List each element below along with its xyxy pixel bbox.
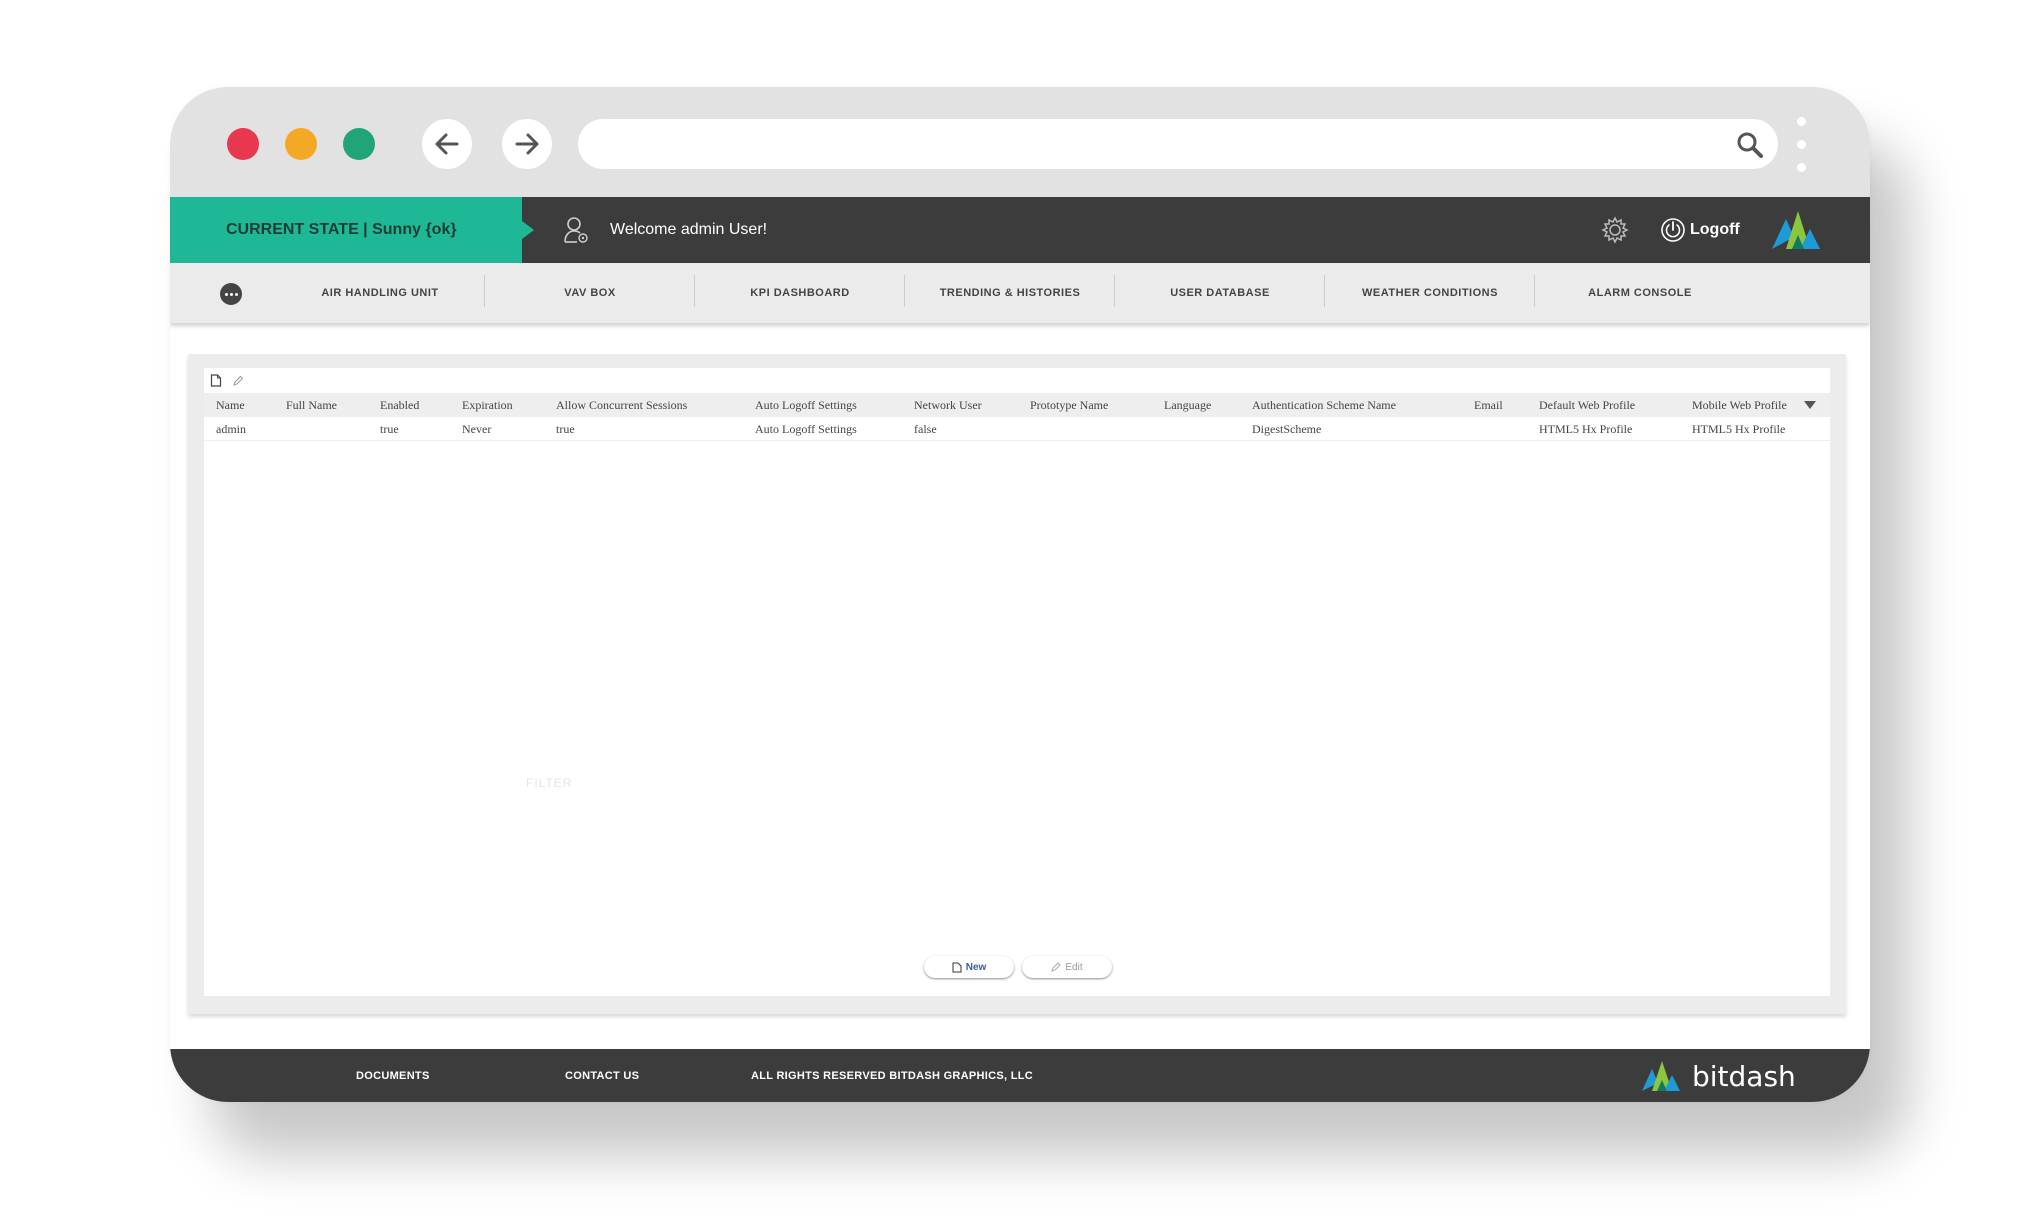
table-cell: true (380, 422, 399, 436)
content-frame: Name Full Name Enabled Expiration Allow … (188, 354, 1846, 1014)
more-menu-icon[interactable] (220, 283, 242, 305)
column-header[interactable]: Email (1474, 393, 1503, 417)
footer-brand-name: bitdash (1692, 1059, 1796, 1093)
footer-brand: bitdash (1640, 1059, 1796, 1093)
power-icon (1661, 218, 1685, 242)
panel-toolbar (210, 374, 244, 392)
nav-item-trending-histories[interactable]: TRENDING & HISTORIES (905, 263, 1115, 323)
browser-window: CURRENT STATE | Sunny {ok} Welcome admin… (170, 87, 1870, 1102)
minimize-window-button[interactable] (285, 128, 317, 160)
nav-item-weather-conditions[interactable]: WEATHER CONDITIONS (1325, 263, 1535, 323)
user-icon (563, 216, 589, 249)
table-cell: admin (216, 422, 246, 436)
column-header[interactable]: Network User (914, 393, 982, 417)
edit-pencil-icon[interactable] (232, 374, 244, 392)
column-header[interactable]: Mobile Web Profile (1692, 393, 1787, 417)
column-header[interactable]: Authentication Scheme Name (1252, 393, 1396, 417)
users-table: Name Full Name Enabled Expiration Allow … (204, 393, 1830, 441)
table-cell: HTML5 Hx Profile (1539, 422, 1633, 436)
column-header[interactable]: Default Web Profile (1539, 393, 1635, 417)
new-button-label: New (965, 961, 987, 973)
logoff-label: Logoff (1690, 221, 1740, 238)
browser-menu-icon[interactable] (1796, 117, 1806, 173)
bitdash-logo-icon (1642, 1061, 1680, 1091)
documents-link[interactable]: DOCUMENTS (356, 1049, 430, 1102)
edit-button[interactable]: Edit (1022, 956, 1112, 978)
column-header[interactable]: Expiration (462, 393, 513, 417)
state-arrow (522, 221, 534, 239)
app-header: CURRENT STATE | Sunny {ok} Welcome admin… (170, 197, 1870, 263)
arrow-right-icon (515, 133, 539, 155)
search-icon[interactable] (1736, 131, 1764, 164)
table-cell: true (556, 422, 575, 436)
table-row[interactable]: admin true Never true Auto Logoff Settin… (204, 417, 1830, 441)
panel-actions: New Edit (924, 956, 1112, 978)
new-document-icon[interactable] (210, 374, 222, 392)
table-cell: Never (462, 422, 492, 436)
settings-gear-icon[interactable] (1600, 215, 1630, 250)
nav-item-kpi-dashboard[interactable]: KPI DASHBOARD (695, 263, 905, 323)
column-chooser-dropdown-icon[interactable] (1804, 401, 1816, 409)
column-header[interactable]: Enabled (380, 393, 419, 417)
nav-item-user-database[interactable]: USER DATABASE (1115, 263, 1325, 323)
welcome-message: Welcome admin User! (610, 221, 768, 238)
logoff-button[interactable]: Logoff (1660, 197, 1740, 263)
nav-item-vav-box[interactable]: VAV BOX (485, 263, 695, 323)
maximize-window-button[interactable] (343, 128, 375, 160)
close-window-button[interactable] (227, 128, 259, 160)
current-state-label: CURRENT STATE | Sunny {ok} (170, 197, 522, 263)
column-header[interactable]: Auto Logoff Settings (755, 393, 857, 417)
table-cell: false (914, 422, 937, 436)
column-header[interactable]: Language (1164, 393, 1211, 417)
new-document-icon (952, 962, 962, 972)
user-table-panel: Name Full Name Enabled Expiration Allow … (204, 368, 1830, 996)
forward-button[interactable] (502, 119, 552, 169)
browser-chrome (170, 87, 1870, 197)
contact-us-link[interactable]: CONTACT US (565, 1049, 639, 1102)
arrow-left-icon (435, 133, 459, 155)
table-cell: Auto Logoff Settings (755, 422, 857, 436)
new-button[interactable]: New (924, 956, 1014, 978)
nav-item-alarm-console[interactable]: ALARM CONSOLE (1535, 263, 1745, 323)
bitdash-logo-icon (1770, 207, 1822, 258)
back-button[interactable] (422, 119, 472, 169)
edit-button-label: Edit (1065, 961, 1083, 973)
column-header[interactable]: Full Name (286, 393, 337, 417)
table-cell: HTML5 Hx Profile (1692, 422, 1786, 436)
column-header[interactable]: Allow Concurrent Sessions (556, 393, 687, 417)
filter-label: FILTER (526, 776, 573, 790)
column-header[interactable]: Name (216, 393, 245, 417)
edit-pencil-icon (1051, 962, 1062, 972)
copyright-text: ALL RIGHTS RESERVED BITDASH GRAPHICS, LL… (751, 1069, 1034, 1082)
table-cell: DigestScheme (1252, 422, 1322, 436)
table-header: Name Full Name Enabled Expiration Allow … (204, 393, 1830, 417)
main-navigation: AIR HANDLING UNIT VAV BOX KPI DASHBOARD … (170, 263, 1870, 323)
nav-item-air-handling-unit[interactable]: AIR HANDLING UNIT (275, 263, 485, 323)
app-footer: DOCUMENTS CONTACT US ALL RIGHTS RESERVED… (170, 1049, 1870, 1102)
column-header[interactable]: Prototype Name (1030, 393, 1108, 417)
address-bar[interactable] (578, 119, 1778, 169)
